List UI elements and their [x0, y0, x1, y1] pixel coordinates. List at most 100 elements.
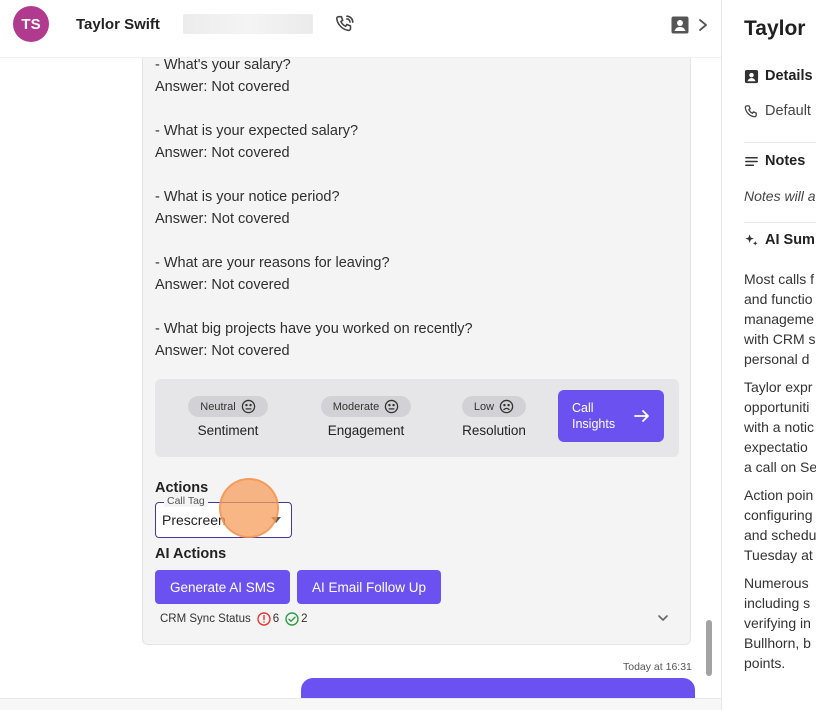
sentiment-pill: Neutral [188, 396, 268, 417]
contact-card-icon [744, 69, 759, 83]
summary-line: with a notic [744, 419, 815, 435]
summary-line: expectatio [744, 439, 808, 455]
summary-line: and functio [744, 291, 813, 307]
ai-email-follow-up-button[interactable]: AI Email Follow Up [297, 570, 441, 604]
call-insights-label: Call Insights [572, 401, 616, 431]
resolution-label: Resolution [462, 423, 526, 438]
qa-answer: Answer: Not covered [155, 211, 290, 227]
summary-line: configuring [744, 507, 813, 523]
ai-summary-paragraph: Most calls f and functio manageme with C… [744, 269, 816, 369]
engagement-label: Engagement [327, 423, 405, 438]
contact-card-icon[interactable] [670, 15, 690, 35]
metric-sentiment: Neutral Sentiment [183, 396, 273, 438]
contact-name[interactable]: Taylor Swift [76, 16, 160, 33]
ai-summary-paragraph: Taylor expr opportuniti with a notic exp… [744, 377, 816, 477]
arrow-right-icon [634, 410, 649, 422]
qa-question: - What are your reasons for leaving? [155, 255, 390, 271]
call-insights-button[interactable]: Call Insights [558, 390, 664, 442]
qa-answer: Answer: Not covered [155, 277, 290, 293]
summary-line: manageme [744, 311, 815, 327]
qa-item: - What are your reasons for leaving? Ans… [155, 252, 390, 296]
touch-indicator [219, 478, 279, 538]
wifi-calling-icon[interactable] [334, 13, 356, 35]
call-summary-card: - What's your salary? Answer: Not covere… [142, 57, 691, 645]
sad-face-icon [499, 399, 514, 414]
engagement-value: Moderate [332, 400, 380, 413]
qa-answer: Answer: Not covered [155, 343, 290, 359]
ai-summary-section-header[interactable]: AI Sum [744, 232, 815, 248]
qa-question: - What is your expected salary? [155, 123, 359, 139]
call-tag-legend: Call Tag [164, 495, 208, 507]
call-tag-value: Prescreen [162, 512, 226, 528]
summary-line: verifying in [744, 615, 811, 631]
contact-details-panel: Taylor Details Default Notes Notes will … [722, 0, 816, 710]
resolution-pill: Low [461, 396, 527, 417]
summary-line: Tuesday at [744, 547, 813, 563]
call-metrics-panel: Neutral Sentiment Moderate Engagement Lo… [155, 379, 679, 457]
summary-line: with CRM s [744, 331, 816, 347]
message-timestamp: Today at 16:31 [623, 661, 692, 673]
qa-item: - What is your expected salary? Answer: … [155, 120, 358, 164]
scrollbar-thumb[interactable] [706, 620, 712, 676]
qa-item: - What big projects have you worked on r… [155, 318, 473, 362]
error-circle-icon [257, 612, 271, 626]
notes-placeholder: Notes will a [744, 188, 816, 204]
crm-error-count: 6 [272, 613, 280, 625]
summary-line: including s [744, 595, 811, 611]
crm-sync-status: CRM Sync Status 6 2 [160, 611, 308, 627]
details-section-header[interactable]: Details [744, 68, 813, 84]
qa-item: - What is your notice period? Answer: No… [155, 186, 340, 230]
section-divider [744, 222, 816, 223]
metric-resolution: Low Resolution [455, 396, 533, 438]
neutral-face-icon [241, 399, 255, 414]
summary-line: Taylor expr [744, 379, 813, 395]
ai-summary-paragraph: Numerous including s verifying in Bullho… [744, 573, 811, 673]
engagement-pill: Moderate [320, 396, 412, 417]
qa-question: - What big projects have you worked on r… [155, 321, 473, 337]
notes-section-header[interactable]: Notes [744, 153, 805, 169]
contact-header: TS Taylor Swift [0, 0, 721, 58]
section-divider [744, 142, 816, 143]
crm-success-count: 2 [301, 613, 308, 625]
default-phone-label: Default [765, 103, 811, 119]
summary-line: Most calls f [744, 271, 815, 287]
summary-line: opportuniti [744, 399, 810, 415]
summary-line: Action poin [744, 487, 814, 503]
qa-question: - What's your salary? [155, 57, 291, 73]
qa-answer: Answer: Not covered [155, 79, 290, 95]
sentiment-label: Sentiment [197, 423, 259, 438]
crm-sync-label: CRM Sync Status [160, 613, 251, 625]
resolution-value: Low [473, 400, 495, 413]
success-check-icon [285, 612, 299, 626]
chevron-down-icon[interactable] [657, 613, 669, 623]
metric-engagement: Moderate Engagement [314, 396, 418, 438]
notes-icon [745, 156, 758, 166]
notes-heading: Notes [765, 153, 806, 169]
neutral-face-icon [384, 399, 399, 414]
panel-contact-name: Taylor [744, 17, 806, 40]
summary-line: points. [744, 655, 786, 671]
ai-summary-heading: AI Sum [765, 232, 815, 248]
summary-line: personal d [744, 351, 810, 367]
ai-summary-paragraph: Action poin configuring and schedu Tuesd… [744, 485, 816, 565]
phone-icon [744, 104, 757, 117]
redacted-phone-number [183, 14, 313, 34]
qa-question: - What is your notice period? [155, 189, 340, 205]
qa-answer: Answer: Not covered [155, 145, 290, 161]
summary-line: and schedu [744, 527, 816, 543]
details-heading: Details [765, 68, 813, 84]
summary-line: a call on Se [744, 459, 816, 475]
default-phone-row[interactable]: Default [744, 103, 811, 119]
generate-ai-sms-button[interactable]: Generate AI SMS [155, 570, 290, 604]
sentiment-value: Neutral [200, 400, 236, 413]
summary-line: Bullhorn, b [744, 635, 811, 651]
conversation-pane: - What's your salary? Answer: Not covere… [0, 57, 721, 710]
ai-actions-heading: AI Actions [155, 546, 227, 562]
summary-line: Numerous [744, 575, 809, 591]
chevron-right-icon[interactable] [696, 15, 710, 35]
actions-heading: Actions [155, 480, 209, 496]
avatar[interactable]: TS [13, 6, 49, 42]
composer-edge [0, 698, 721, 710]
sparkle-icon [745, 233, 758, 246]
qa-item: - What's your salary? Answer: Not covere… [155, 54, 291, 98]
